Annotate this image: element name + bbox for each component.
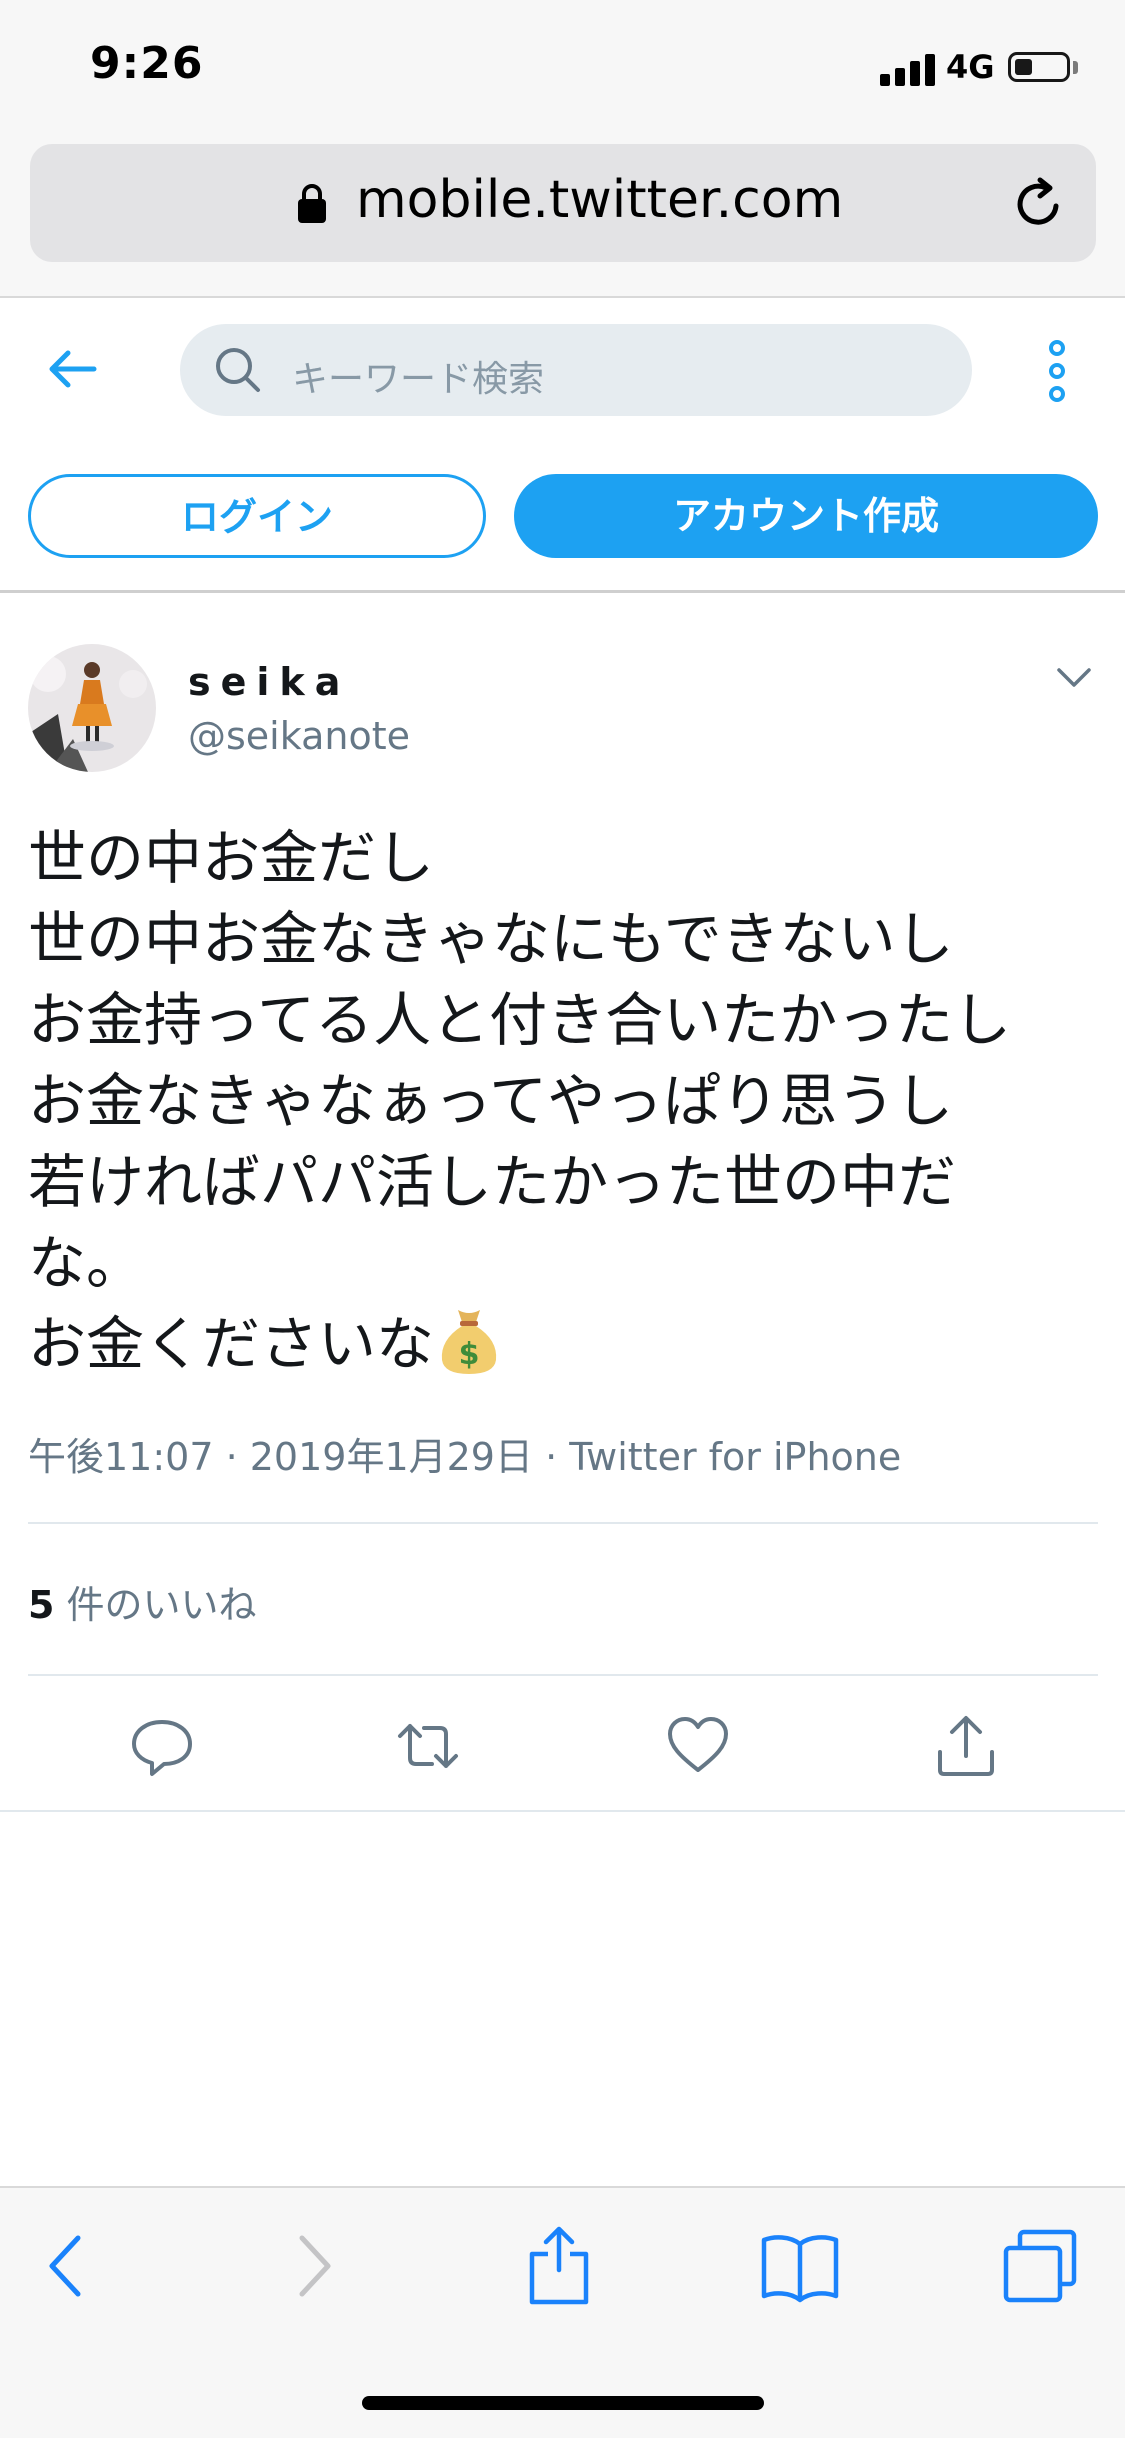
search-icon xyxy=(216,348,260,392)
likes-count: 5 xyxy=(28,1583,55,1627)
avatar[interactable] xyxy=(28,644,156,772)
bookmarks-icon[interactable] xyxy=(760,2226,840,2306)
tweet-text-line: 世の中お金なきゃなにもできないし xyxy=(28,905,954,973)
tweet-text: 世の中お金だし 世の中お金なきゃなにもできないし お金持ってる人と付き合いたかっ… xyxy=(28,818,1108,1385)
header-divider xyxy=(0,590,1125,593)
browser-back-icon[interactable] xyxy=(40,2226,90,2306)
reload-icon[interactable] xyxy=(1010,176,1066,232)
battery-level-fill xyxy=(1015,59,1032,75)
search-placeholder: キーワード検索 xyxy=(292,359,545,400)
like-heart-icon[interactable] xyxy=(666,1714,730,1778)
tweet-timestamp[interactable]: 午後11:07 · 2019年1月29日 · Twitter for iPhon… xyxy=(28,1426,901,1481)
battery-cap xyxy=(1073,61,1078,74)
chevron-down-icon[interactable] xyxy=(1056,666,1092,690)
browser-forward-icon[interactable] xyxy=(290,2226,340,2306)
login-button[interactable]: ログイン xyxy=(28,474,486,558)
tweet-text-line-last: お金くださいな $ xyxy=(28,1304,1108,1385)
more-options-icon[interactable] xyxy=(1040,338,1074,404)
lock-icon xyxy=(298,184,326,223)
divider xyxy=(28,1674,1098,1676)
tweet-text-line: な。 xyxy=(28,1229,145,1297)
svg-text:$: $ xyxy=(459,1337,480,1372)
network-type: 4G xyxy=(946,48,995,86)
share-icon[interactable] xyxy=(934,1714,998,1778)
tweet-text-line: 若ければパパ活したかった世の中だ xyxy=(28,1148,957,1216)
tweet-text-line: お金持ってる人と付き合いたかったし xyxy=(28,986,1012,1054)
tabs-icon[interactable] xyxy=(1000,2226,1080,2306)
reply-icon[interactable] xyxy=(130,1714,194,1778)
url-text[interactable]: mobile.twitter.com xyxy=(356,170,843,230)
tweet-text-line: お金くださいな xyxy=(28,1310,435,1378)
status-time: 9:26 xyxy=(90,38,204,89)
home-indicator xyxy=(362,2396,764,2410)
tweet-display-name[interactable]: seika xyxy=(188,660,350,704)
divider xyxy=(28,1522,1098,1524)
battery-icon xyxy=(1008,52,1070,82)
divider xyxy=(0,1810,1125,1812)
money-bag-icon: $ xyxy=(441,1310,497,1374)
browser-share-icon[interactable] xyxy=(526,2226,592,2306)
tweet-text-line: 世の中お金だし xyxy=(28,824,435,892)
cellular-signal-icon xyxy=(880,52,936,86)
tweet-handle[interactable]: @seikanote xyxy=(188,714,410,758)
likes-summary[interactable]: 5 件のいいね xyxy=(28,1574,256,1629)
tweet-text-line: お金なきゃなぁってやっぱり思うし xyxy=(28,1067,954,1135)
back-arrow-icon[interactable] xyxy=(42,344,102,394)
signup-button[interactable]: アカウント作成 xyxy=(514,474,1098,558)
likes-label: 件のいいね xyxy=(66,1583,257,1627)
retweet-icon[interactable] xyxy=(396,1714,460,1778)
